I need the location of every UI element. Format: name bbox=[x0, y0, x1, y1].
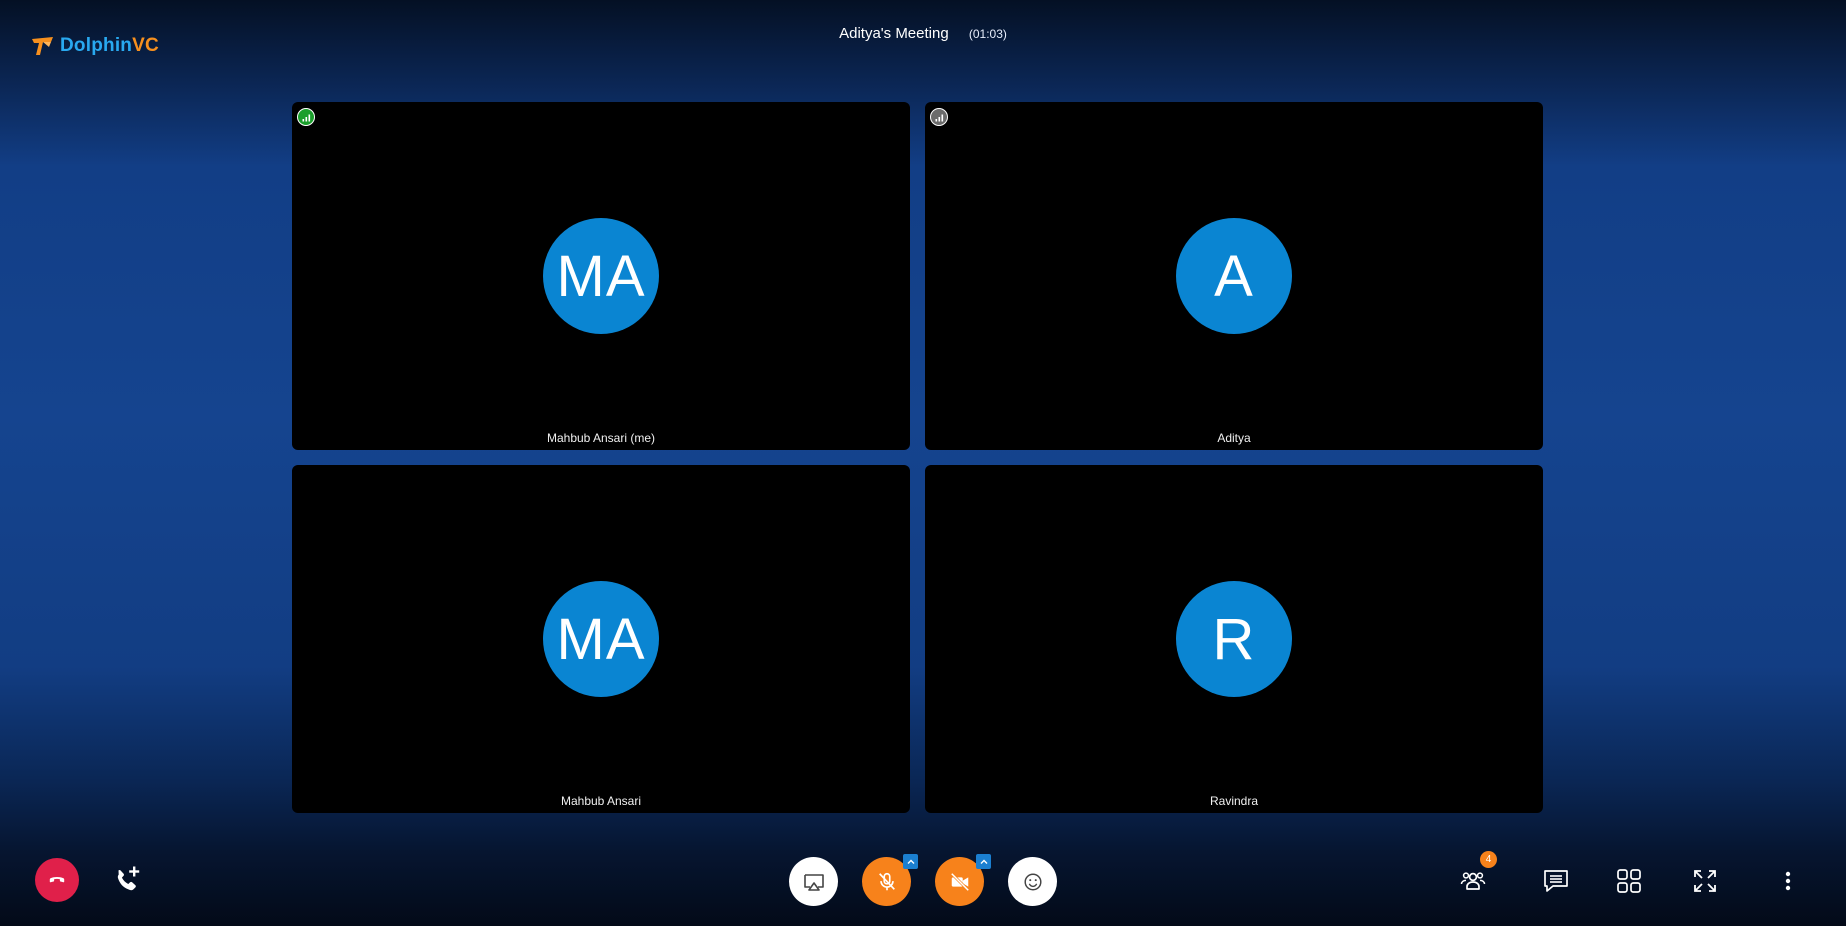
participants-button[interactable]: 4 bbox=[1456, 851, 1497, 898]
more-vertical-icon bbox=[1785, 871, 1791, 891]
end-call-button[interactable] bbox=[35, 858, 79, 902]
participants-icon bbox=[1460, 872, 1486, 890]
meeting-header: Aditya's Meeting (01:03) bbox=[0, 25, 1846, 42]
end-call-icon bbox=[49, 877, 65, 883]
participant-name: Mahbub Ansari (me) bbox=[546, 431, 656, 445]
microphone-toggle-button[interactable] bbox=[862, 854, 918, 906]
fullscreen-icon bbox=[1694, 870, 1716, 892]
participant-tile[interactable]: MA Mahbub Ansari (me) bbox=[292, 102, 910, 450]
chevron-up-icon bbox=[980, 859, 987, 864]
audio-options-caret-button[interactable] bbox=[903, 854, 918, 869]
participant-tile[interactable]: MA Mahbub Ansari bbox=[292, 465, 910, 813]
avatar: R bbox=[1176, 581, 1292, 697]
avatar: MA bbox=[543, 581, 659, 697]
participant-count-badge: 4 bbox=[1480, 851, 1497, 868]
camera-toggle-button[interactable] bbox=[935, 854, 991, 906]
connection-signal-icon[interactable] bbox=[930, 108, 948, 126]
mic-off-icon bbox=[878, 872, 895, 890]
participant-name: Mahbub Ansari bbox=[560, 794, 642, 808]
layout-grid-icon bbox=[1617, 869, 1641, 893]
fullscreen-button[interactable] bbox=[1688, 864, 1722, 898]
add-call-icon bbox=[117, 866, 140, 891]
participant-tile[interactable]: R Ravindra bbox=[925, 465, 1543, 813]
screen-share-button[interactable] bbox=[789, 857, 838, 906]
video-off-icon bbox=[950, 872, 969, 891]
avatar: MA bbox=[543, 218, 659, 334]
participant-name: Ravindra bbox=[1209, 794, 1259, 808]
meeting-title: Aditya's Meeting bbox=[839, 25, 949, 42]
meeting-timer: (01:03) bbox=[968, 27, 1007, 41]
more-options-button[interactable] bbox=[1771, 864, 1805, 898]
emoji-icon bbox=[1023, 872, 1042, 891]
connection-signal-icon[interactable] bbox=[297, 108, 315, 126]
participant-name: Aditya bbox=[1217, 431, 1251, 445]
avatar: A bbox=[1176, 218, 1292, 334]
add-participant-button[interactable] bbox=[110, 864, 144, 898]
chat-button[interactable] bbox=[1539, 864, 1573, 898]
participant-tile[interactable]: A Aditya bbox=[925, 102, 1543, 450]
video-options-caret-button[interactable] bbox=[976, 854, 991, 869]
chat-icon bbox=[1544, 870, 1568, 892]
reactions-button[interactable] bbox=[1008, 857, 1057, 906]
screen-share-icon bbox=[803, 873, 824, 891]
layout-toggle-button[interactable] bbox=[1612, 864, 1646, 898]
chevron-up-icon bbox=[907, 859, 914, 864]
